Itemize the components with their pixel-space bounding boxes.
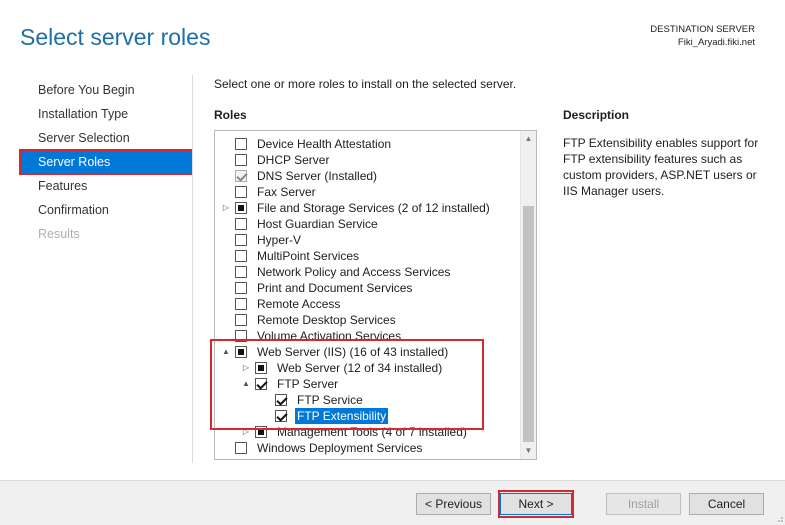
role-label: Web Server (12 of 34 installed) — [277, 361, 443, 375]
role-row[interactable]: DNS Server (Installed) — [215, 168, 520, 184]
role-row[interactable]: ▷ Management Tools (4 of 7 installed) — [215, 424, 520, 440]
scroll-down-icon[interactable]: ▼ — [521, 443, 536, 459]
role-checkbox[interactable] — [235, 218, 247, 230]
role-checkbox[interactable] — [235, 282, 247, 294]
role-label: FTP Extensibility — [295, 408, 389, 424]
scrollbar-thumb[interactable] — [523, 206, 534, 442]
role-checkbox[interactable] — [255, 426, 267, 438]
role-row[interactable]: Remote Access — [215, 296, 520, 312]
role-label: Web Server (IIS) (16 of 43 installed) — [257, 345, 449, 359]
role-row[interactable]: ▲ FTP Server — [215, 376, 520, 392]
page-title: Select server roles — [20, 24, 211, 50]
expanded-arrow-icon[interactable]: ▲ — [221, 344, 231, 360]
role-row[interactable]: ▲ Web Server (IIS) (16 of 43 installed) — [215, 344, 520, 360]
role-checkbox[interactable] — [235, 346, 247, 358]
role-checkbox[interactable] — [275, 394, 287, 406]
role-row[interactable]: FTP Service — [215, 392, 520, 408]
roles-list[interactable]: Device Health Attestation DHCP Server DNS … — [214, 130, 537, 460]
role-label: Remote Access — [257, 297, 341, 311]
install-button: Install — [606, 493, 681, 515]
role-row[interactable]: Host Guardian Service — [215, 216, 520, 232]
description-text: FTP Extensibility enables support for FT… — [563, 136, 759, 198]
collapsed-arrow-icon[interactable]: ▷ — [241, 360, 251, 376]
roles-scrollbar[interactable]: ▲ ▼ — [520, 131, 536, 459]
role-checkbox[interactable] — [235, 202, 247, 214]
role-checkbox[interactable] — [235, 442, 247, 454]
role-row[interactable]: Network Policy and Access Services — [215, 264, 520, 280]
resize-grip-icon[interactable] — [775, 514, 783, 522]
nav-confirmation[interactable]: Confirmation — [20, 198, 192, 222]
role-row[interactable]: Remote Desktop Services — [215, 312, 520, 328]
collapsed-arrow-icon[interactable]: ▷ — [221, 200, 231, 216]
role-row[interactable]: MultiPoint Services — [215, 248, 520, 264]
description-heading: Description — [563, 108, 630, 122]
destination-label: DESTINATION SERVER — [650, 24, 755, 35]
role-checkbox[interactable] — [235, 138, 247, 150]
roles-list-items: Device Health Attestation DHCP Server DNS … — [215, 136, 520, 456]
role-label: Fax Server — [257, 185, 316, 199]
instruction-text: Select one or more roles to install on t… — [214, 77, 517, 91]
role-row[interactable]: FTP Extensibility — [215, 408, 520, 424]
nav-results: Results — [38, 227, 80, 241]
role-row[interactable]: Windows Deployment Services — [215, 440, 520, 456]
role-checkbox[interactable] — [235, 298, 247, 310]
nav-before-you-begin[interactable]: Before You Begin — [20, 78, 192, 102]
role-label: File and Storage Services (2 of 12 insta… — [257, 201, 490, 215]
previous-button[interactable]: < Previous — [416, 493, 491, 515]
cancel-button[interactable]: Cancel — [689, 493, 764, 515]
role-row[interactable]: DHCP Server — [215, 152, 520, 168]
expanded-arrow-icon[interactable]: ▲ — [241, 376, 251, 392]
role-label: Network Policy and Access Services — [257, 265, 451, 279]
role-label: Print and Document Services — [257, 281, 413, 295]
role-checkbox[interactable] — [275, 410, 287, 422]
role-row[interactable]: Device Health Attestation — [215, 136, 520, 152]
role-label: Host Guardian Service — [257, 217, 378, 231]
role-checkbox[interactable] — [235, 154, 247, 166]
role-label: FTP Service — [297, 393, 363, 407]
role-checkbox[interactable] — [255, 362, 267, 374]
role-checkbox — [235, 170, 247, 182]
scroll-up-icon[interactable]: ▲ — [521, 131, 536, 147]
next-button[interactable]: Next > — [500, 493, 572, 515]
role-label: DHCP Server — [257, 153, 330, 167]
nav-server-selection[interactable]: Server Selection — [20, 126, 192, 150]
role-label: Volume Activation Services — [257, 329, 402, 343]
role-checkbox[interactable] — [255, 378, 267, 390]
role-label: MultiPoint Services — [257, 249, 360, 263]
wizard-nav: Before You Begin Installation Type Serve… — [19, 78, 193, 246]
role-checkbox[interactable] — [235, 186, 247, 198]
nav-features[interactable]: Features — [20, 174, 192, 198]
destination-server-info: DESTINATION SERVER Fiki_Aryadi.fiki.net — [650, 23, 755, 49]
role-row[interactable]: Fax Server — [215, 184, 520, 200]
role-label: FTP Server — [277, 377, 339, 391]
role-checkbox[interactable] — [235, 330, 247, 342]
roles-heading: Roles — [214, 108, 247, 122]
role-label: Device Health Attestation — [257, 137, 392, 151]
role-checkbox[interactable] — [235, 250, 247, 262]
role-label: Windows Deployment Services — [257, 441, 423, 455]
collapsed-arrow-icon[interactable]: ▷ — [241, 424, 251, 440]
role-row[interactable]: Volume Activation Services — [215, 328, 520, 344]
role-label: DNS Server (Installed) — [257, 169, 378, 183]
nav-divider — [192, 75, 193, 463]
role-row[interactable]: ▷ File and Storage Services (2 of 12 inst… — [215, 200, 520, 216]
nav-server-roles[interactable]: Server Roles — [19, 149, 193, 175]
destination-server-name: Fiki_Aryadi.fiki.net — [677, 37, 755, 48]
role-checkbox[interactable] — [235, 266, 247, 278]
role-row[interactable]: ▷ Web Server (12 of 34 installed) — [215, 360, 520, 376]
role-row[interactable]: Hyper-V — [215, 232, 520, 248]
role-checkbox[interactable] — [235, 314, 247, 326]
role-row[interactable]: Print and Document Services — [215, 280, 520, 296]
role-label: Remote Desktop Services — [257, 313, 396, 327]
role-checkbox[interactable] — [235, 234, 247, 246]
role-label: Hyper-V — [257, 233, 302, 247]
role-label: Management Tools (4 of 7 installed) — [277, 425, 467, 439]
nav-installation-type[interactable]: Installation Type — [20, 102, 192, 126]
